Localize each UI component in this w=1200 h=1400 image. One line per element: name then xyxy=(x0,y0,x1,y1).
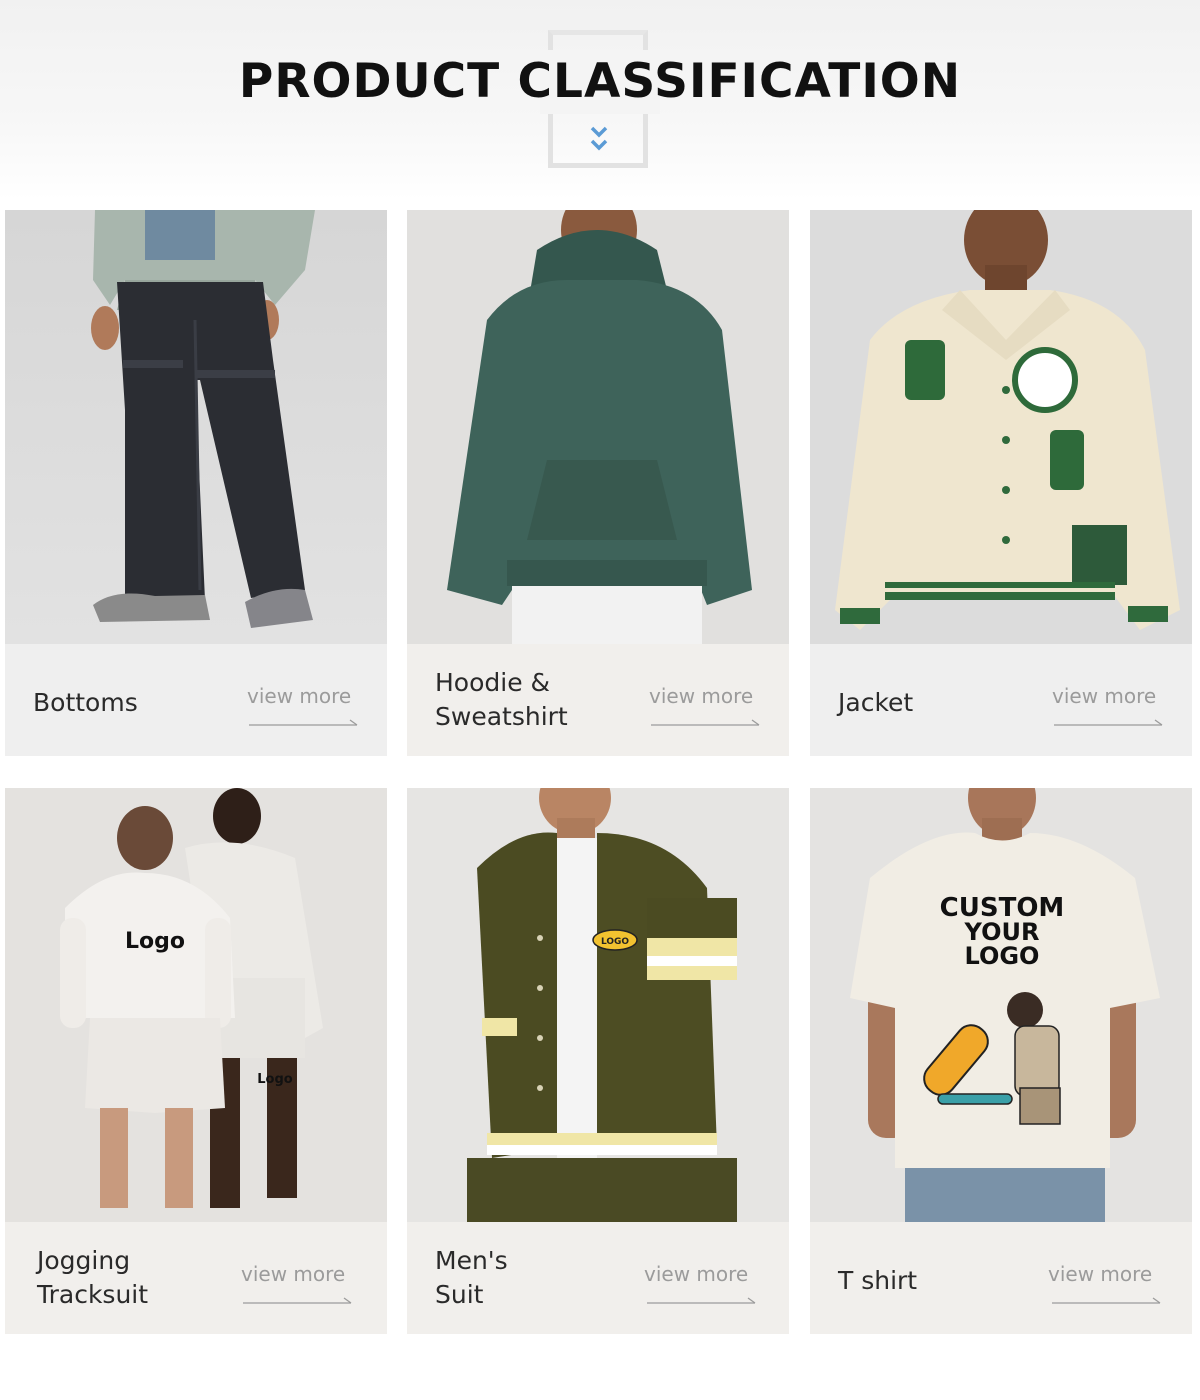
category-card-jacket[interactable]: Jacket view more xyxy=(810,210,1192,756)
card-info: T shirt view more xyxy=(810,1222,1192,1334)
product-image-bottoms xyxy=(5,210,387,644)
sweatshirt-logo-print: Logo xyxy=(125,929,185,954)
shorts-logo-print: Logo xyxy=(257,1072,293,1087)
arrow-right-icon xyxy=(1054,719,1163,726)
product-image-tracksuit: Logo Logo xyxy=(5,788,387,1222)
view-more-link[interactable]: view more xyxy=(644,1262,748,1286)
category-card-t-shirt[interactable]: CUSTOM YOUR LOGO T shirt view more xyxy=(810,788,1192,1334)
category-label: Jacket xyxy=(838,688,914,717)
tee-print-line-3: LOGO xyxy=(965,942,1040,970)
category-card-hoodie-sweatshirt[interactable]: Hoodie & Sweatshirt view more xyxy=(407,210,789,756)
category-label: T shirt xyxy=(838,1266,918,1295)
card-info: Men's Suit view more xyxy=(407,1222,789,1334)
arrow-right-icon xyxy=(647,1297,756,1304)
view-more-link[interactable]: view more xyxy=(241,1262,345,1286)
category-label: Men's Suit xyxy=(435,1246,508,1309)
view-more-link[interactable]: view more xyxy=(1048,1262,1152,1286)
view-more-link[interactable]: view more xyxy=(247,684,351,708)
suit-badge-logo-print: LOGO xyxy=(601,937,629,947)
double-chevron-down-icon xyxy=(590,126,608,151)
page-title: PRODUCT CLASSIFICATION xyxy=(238,54,962,109)
view-more-link[interactable]: view more xyxy=(649,684,753,708)
category-label: Bottoms xyxy=(33,688,138,717)
arrow-right-icon xyxy=(651,719,760,726)
arrow-right-icon xyxy=(1052,1297,1161,1304)
product-image-jacket xyxy=(810,210,1192,644)
product-image-hoodie xyxy=(407,210,789,644)
card-info: Bottoms view more xyxy=(5,644,387,756)
section-header: PRODUCT CLASSIFICATION xyxy=(0,0,1200,200)
category-card-bottoms[interactable]: Bottoms view more xyxy=(5,210,387,756)
card-info: Hoodie & Sweatshirt view more xyxy=(407,644,789,756)
view-more-link[interactable]: view more xyxy=(1052,684,1156,708)
card-info: Jogging Tracksuit view more xyxy=(5,1222,387,1334)
card-info: Jacket view more xyxy=(810,644,1192,756)
category-label: Jogging Tracksuit xyxy=(37,1246,149,1309)
arrow-right-icon xyxy=(243,1297,352,1304)
product-image-t-shirt: CUSTOM YOUR LOGO xyxy=(810,788,1192,1222)
arrow-right-icon xyxy=(249,719,358,726)
category-label: Hoodie & Sweatshirt xyxy=(435,668,568,731)
product-image-mens-suit: LOGO xyxy=(407,788,789,1222)
category-card-jogging-tracksuit[interactable]: Logo Logo Jogging Tracksuit view more xyxy=(5,788,387,1334)
category-card-mens-suit[interactable]: LOGO Men's Suit view more xyxy=(407,788,789,1334)
